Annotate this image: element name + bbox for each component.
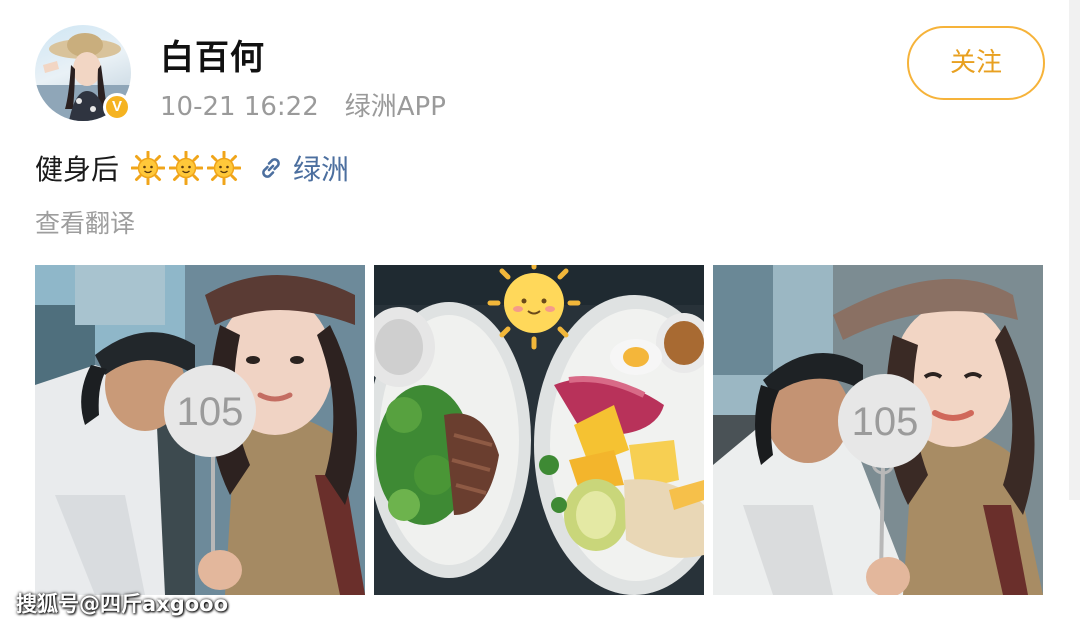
sun-icon (169, 151, 204, 185)
selfie-photo-1[interactable]: 105 (35, 265, 365, 595)
link-icon (262, 158, 280, 178)
sun-icon (207, 151, 242, 185)
selfie-photo-2[interactable]: 105 (713, 265, 1043, 595)
avatar[interactable]: V (35, 25, 131, 121)
sun-icon (131, 151, 166, 185)
post-timestamp: 10-21 16:22 (160, 92, 319, 122)
photo-3-sign-number: 105 (852, 400, 919, 444)
post-text: 健身后 (35, 153, 120, 186)
post-content: 健身后 绿洲 (35, 148, 349, 188)
username[interactable]: 白百何 (160, 30, 265, 79)
post-source: 绿洲APP (344, 92, 446, 122)
post-meta: 10-21 16:22 绿洲APP (160, 86, 446, 123)
photo-1-sign-number: 105 (177, 390, 244, 434)
verified-badge-icon: V (103, 93, 131, 121)
topic-link[interactable]: 绿洲 (257, 148, 349, 188)
food-photo[interactable] (374, 265, 704, 595)
translate-link[interactable]: 查看翻译 (35, 204, 135, 240)
follow-button[interactable]: 关注 (907, 26, 1045, 100)
watermark: 搜狐号@四斤axgooo (16, 592, 229, 616)
topic-link-label: 绿洲 (293, 153, 350, 186)
post-header: V 白百何 10-21 16:22 绿洲APP 关注 (0, 0, 1080, 140)
